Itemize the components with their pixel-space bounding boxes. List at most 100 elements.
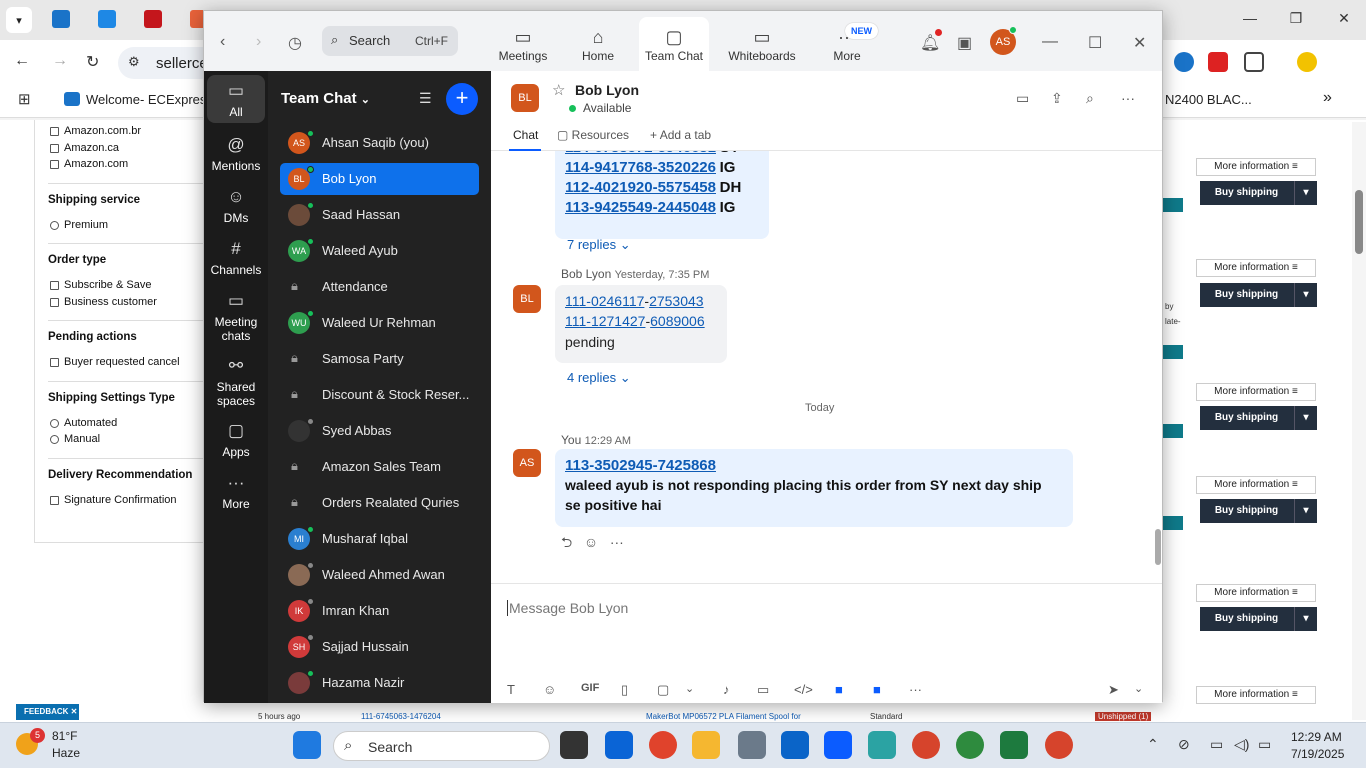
rail-mentions[interactable]: @ Mentions (207, 135, 265, 173)
send-icon[interactable]: ➤ (1108, 682, 1119, 698)
profile-icon[interactable] (1297, 52, 1317, 72)
video-message-icon[interactable]: ▭ (757, 682, 769, 698)
chat-list-item[interactable]: Waleed Ahmed Awan (280, 559, 479, 591)
zoom-search[interactable]: ⌕ Search Ctrl+F (322, 26, 458, 56)
nav-meetings[interactable]: ▭ Meetings (493, 17, 553, 71)
filter-subscribe-save[interactable]: Subscribe & Save (50, 279, 151, 291)
emoji-react-icon[interactable]: ☺ (584, 534, 598, 550)
file-icon[interactable]: ▯ (621, 682, 628, 698)
chevron-down-icon[interactable]: ⌄ (685, 682, 694, 695)
tab-search-dropdown[interactable]: ▾ (6, 7, 32, 33)
conversation-title[interactable]: Bob Lyon (575, 82, 639, 98)
filter-automated[interactable]: Automated (50, 417, 117, 429)
chat-list-item[interactable]: 🔒︎ Attendance (280, 271, 479, 303)
minimize-icon[interactable]: — (1042, 33, 1058, 51)
app-icon[interactable]: ■ (873, 682, 881, 697)
filter-premium[interactable]: Premium (50, 219, 108, 231)
rail-apps[interactable]: ▢ Apps (207, 421, 265, 459)
chat-list-item[interactable]: SH Sajjad Hussain (280, 631, 479, 663)
chat-list-item[interactable]: Syed Abbas (280, 415, 479, 447)
tab-favicon-app[interactable] (98, 10, 116, 28)
message-input[interactable]: Message Bob Lyon (507, 600, 628, 616)
filter-manual[interactable]: Manual (50, 433, 100, 445)
more-information-button[interactable]: More information ≡ (1196, 476, 1316, 494)
site-info-icon[interactable]: ⚙ (128, 54, 140, 70)
buy-shipping-button[interactable]: Buy shipping ▾ (1200, 181, 1317, 205)
app-icon[interactable]: ■ (835, 682, 843, 697)
page-scrollbar[interactable] (1352, 122, 1366, 720)
microphone-icon[interactable]: ♪ (723, 682, 730, 697)
calendar-icon[interactable]: ▣ (957, 33, 972, 53)
reload-icon[interactable]: ↻ (86, 52, 99, 72)
filter-buyer-cancel[interactable]: Buyer requested cancel (50, 356, 180, 368)
buy-shipping-button[interactable]: Buy shipping ▾ (1200, 607, 1317, 631)
bookmark-welcome[interactable]: Welcome- ECExpres... (86, 92, 217, 107)
bookmarks-overflow-icon[interactable]: » (1323, 89, 1332, 107)
chat-list-item[interactable]: WA Waleed Ayub (280, 235, 479, 267)
tab-add[interactable]: + Add a tab (650, 128, 711, 142)
avatar[interactable]: BL (511, 84, 539, 112)
chat-list-item[interactable]: IK Imran Khan (280, 595, 479, 627)
order-link[interactable]: 111-1271427 (565, 313, 645, 329)
pdf-extension-icon[interactable] (1208, 52, 1228, 72)
replies-link[interactable]: 4 replies ⌄ (567, 370, 631, 386)
filter-market-1[interactable]: Amazon.ca (50, 142, 119, 154)
chat-list-item[interactable]: WU Waleed Ur Rehman (280, 307, 479, 339)
battery-icon[interactable]: ▭ (1258, 736, 1271, 753)
more-information-button[interactable]: More information ≡ (1196, 259, 1316, 277)
browser-close-icon[interactable]: ✕ (1334, 10, 1354, 27)
tab-resources[interactable]: ▢ Resources (557, 128, 629, 142)
chat-list-item[interactable]: 🔒︎ Samosa Party (280, 343, 479, 375)
order-link[interactable]: 2753043 (649, 293, 704, 309)
nav-home[interactable]: ⌂ Home (568, 17, 628, 71)
search-icon[interactable]: ⌕ (1086, 90, 1094, 107)
clock-time[interactable]: 12:29 AM (1291, 730, 1342, 744)
zoom-taskbar-icon[interactable] (824, 731, 852, 759)
order-link[interactable]: 114-9417768-3520226 (565, 159, 716, 176)
browser-minimize-icon[interactable]: — (1240, 10, 1260, 26)
calculator-icon[interactable] (738, 731, 766, 759)
order-link[interactable]: 114-6733572-8946631 (565, 151, 716, 156)
order-link[interactable]: 113-9425549-2445048 (565, 199, 716, 216)
filter-market-0[interactable]: Amazon.com.br (50, 125, 141, 137)
weather-temp[interactable]: 81°F (52, 729, 77, 743)
apps-grid-icon[interactable]: ⊞ (18, 90, 31, 108)
maximize-icon[interactable]: ☐ (1088, 33, 1102, 53)
network-off-icon[interactable]: ⊘ (1178, 736, 1190, 753)
message-list[interactable]: 114-6733572-8946631 SY 114-9417768-35202… (491, 151, 1162, 581)
message-composer[interactable]: Message Bob Lyon T ☺ GIF ▯ ▢ ⌄ ♪ ▭ </> ■… (491, 583, 1162, 703)
chat-list-item[interactable]: 🔒︎ Amazon Sales Team (280, 451, 479, 483)
feedback-tab[interactable]: FEEDBACK ✕ (16, 704, 79, 720)
chrome-profile-icon[interactable] (1045, 731, 1073, 759)
message-scrollbar[interactable] (1155, 151, 1161, 576)
code-icon[interactable]: </> (794, 682, 813, 697)
nav-team-chat[interactable]: ▢ Team Chat (639, 17, 709, 71)
buy-shipping-button[interactable]: Buy shipping ▾ (1200, 499, 1317, 523)
taskbar-search[interactable]: ⌕ Search (333, 731, 550, 761)
chevron-up-icon[interactable]: ⌃ (1147, 736, 1159, 753)
order-link[interactable]: 113-3502945-7425868 (565, 457, 716, 474)
rail-all[interactable]: ▭ All (207, 75, 265, 123)
history-icon[interactable]: ◷ (288, 33, 302, 53)
order-link[interactable]: 111-0246117 (565, 293, 644, 309)
chat-list-item[interactable]: Saad Hassan (280, 199, 479, 231)
chat-list-item[interactable]: 🔒︎ Orders Realated Quries (280, 487, 479, 519)
extension-icon[interactable] (1174, 52, 1194, 72)
video-call-icon[interactable]: ▭ (1016, 90, 1029, 107)
filter-icon[interactable]: ☰ (419, 90, 432, 107)
more-information-button[interactable]: More information ≡ (1196, 686, 1316, 704)
more-options-icon[interactable]: ··· (1121, 90, 1135, 106)
screenshot-icon[interactable]: ▢ (657, 682, 669, 698)
tab-favicon-dhl[interactable] (144, 10, 162, 28)
bell-icon[interactable]: 🔔︎ (920, 33, 940, 53)
chevron-down-icon[interactable]: ⌄ (1134, 682, 1143, 695)
share-screen-icon[interactable]: ⇪ (1051, 90, 1063, 107)
puzzle-icon[interactable] (1244, 52, 1264, 72)
more-information-button[interactable]: More information ≡ (1196, 158, 1316, 176)
chrome-icon[interactable] (649, 731, 677, 759)
forward-icon[interactable]: › (256, 33, 261, 51)
page-scrollbar-thumb[interactable] (1355, 190, 1363, 254)
more-dots-icon[interactable]: ··· (909, 682, 922, 697)
star-icon[interactable]: ☆ (552, 81, 565, 99)
close-icon[interactable]: ✕ (1133, 33, 1146, 53)
